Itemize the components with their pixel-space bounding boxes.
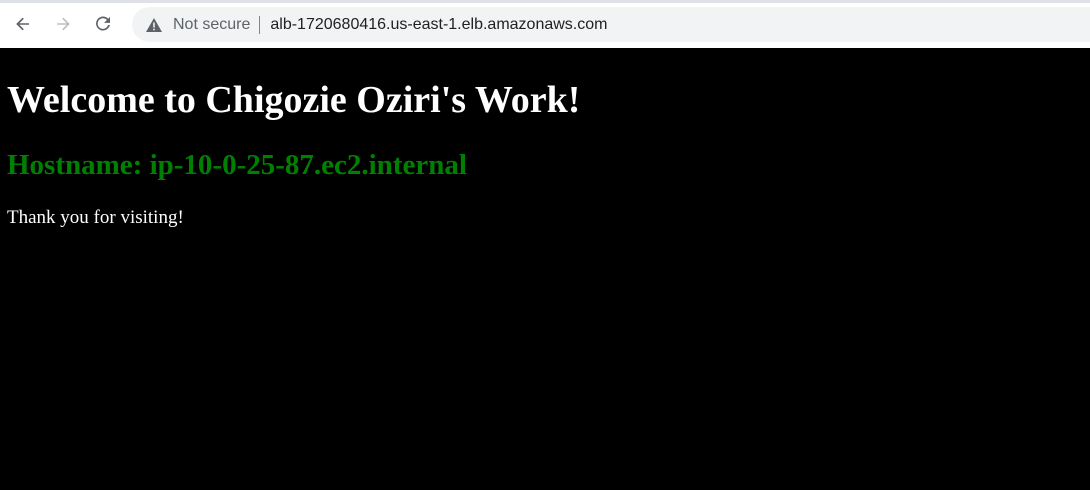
security-status-label[interactable]: Not secure <box>173 16 250 34</box>
forward-button[interactable] <box>47 8 79 40</box>
page-title: Welcome to Chigozie Oziri's Work! <box>7 79 581 121</box>
hostname-heading: Hostname: ip-10-0-25-87.ec2.internal <box>7 149 467 181</box>
warning-triangle-icon[interactable] <box>145 16 163 34</box>
url-text[interactable]: alb-1720680416.us-east-1.elb.amazonaws.c… <box>270 16 607 34</box>
reload-button[interactable] <box>87 8 119 40</box>
forward-arrow-icon <box>57 17 70 31</box>
page-content: Welcome to Chigozie Oziri's Work! Hostna… <box>0 48 1090 490</box>
address-bar[interactable]: Not secure alb-1720680416.us-east-1.elb.… <box>132 7 1090 42</box>
browser-toolbar: Not secure alb-1720680416.us-east-1.elb.… <box>0 0 1090 48</box>
url-divider <box>259 15 261 34</box>
back-button[interactable] <box>7 8 39 40</box>
back-arrow-icon <box>16 17 29 31</box>
reload-icon <box>96 16 110 31</box>
thank-you-message: Thank you for visiting! <box>7 207 184 228</box>
